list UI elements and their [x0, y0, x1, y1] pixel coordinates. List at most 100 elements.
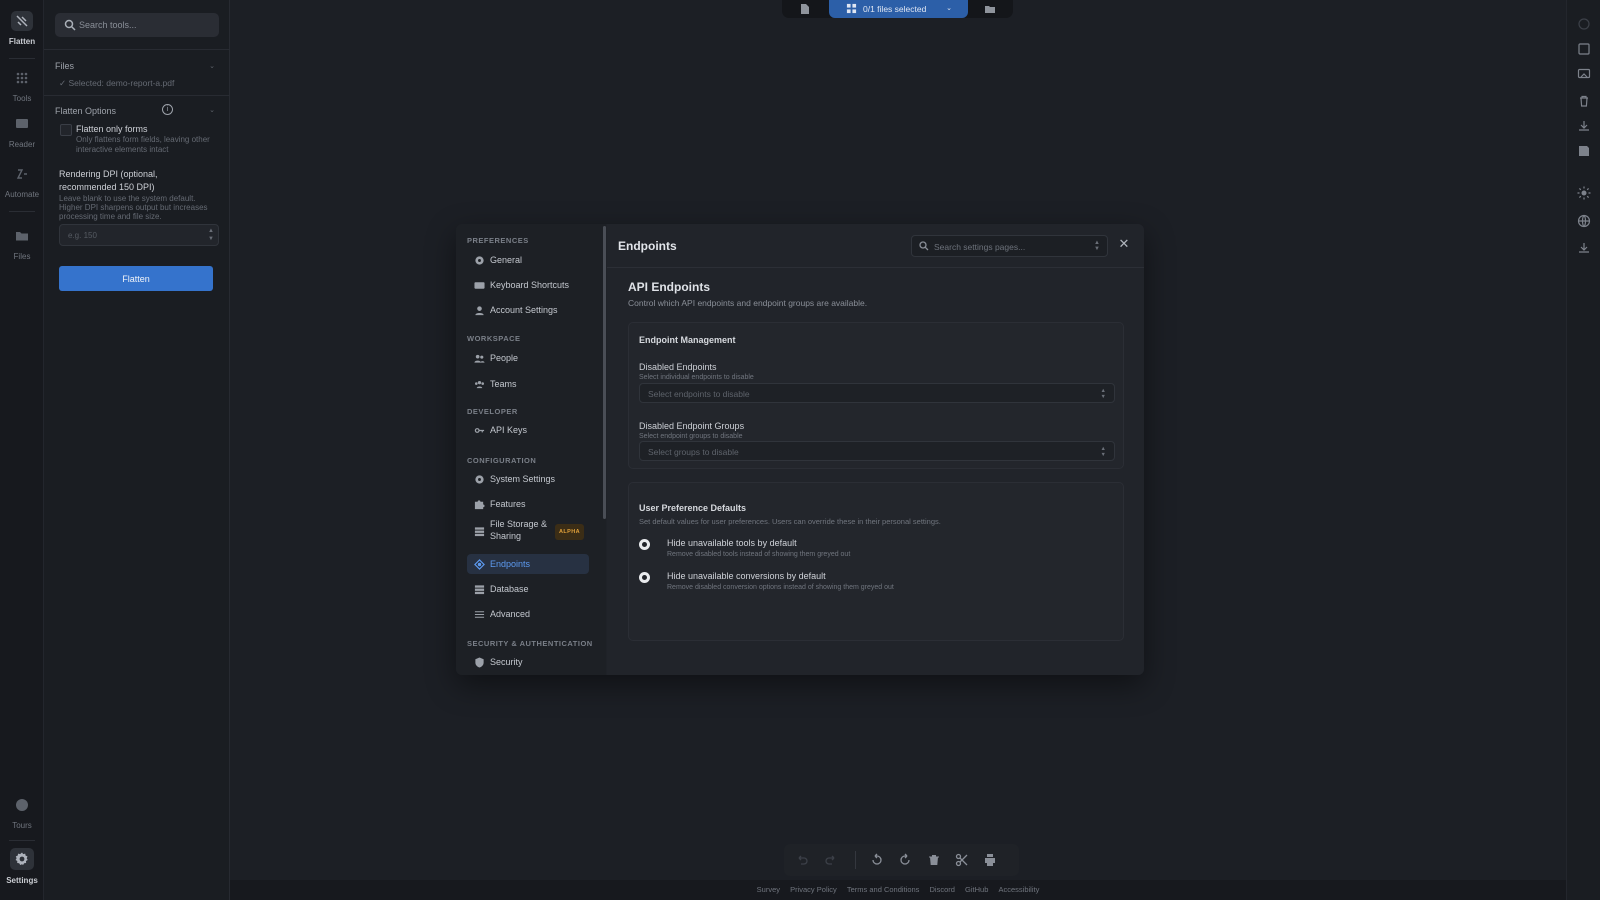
page-title: Endpoints: [618, 239, 677, 253]
info-icon[interactable]: i: [162, 104, 173, 115]
sidebar-item-account-settings[interactable]: Account Settings: [467, 300, 589, 320]
flatten-button[interactable]: Flatten: [59, 266, 213, 291]
tool-panel: Search tools... Files ⌄ ✓ Selected: demo…: [44, 0, 230, 900]
section-security: SECURITY & AUTHENTICATION: [467, 639, 593, 648]
teams-icon: [474, 379, 485, 390]
section-title: API Endpoints: [628, 280, 710, 294]
sidebar-item-advanced[interactable]: Advanced: [467, 604, 589, 624]
compass-icon: [11, 795, 33, 815]
endpoints-icon: [474, 559, 485, 570]
database-icon: [474, 584, 485, 595]
alpha-badge: ALPHA: [555, 524, 584, 540]
footer-link-discord[interactable]: Discord: [930, 885, 955, 894]
settings-header: Endpoints Search settings pages... ▲ ▼ ✕: [607, 224, 1144, 268]
sidebar-item-people[interactable]: People: [467, 348, 589, 368]
settings-search-input[interactable]: Search settings pages... ▲ ▼: [911, 235, 1108, 257]
hide-unavailable-tools-toggle[interactable]: [639, 539, 650, 550]
hide-unavailable-conversions-toggle[interactable]: [639, 572, 650, 583]
footer-link-github[interactable]: GitHub: [965, 885, 988, 894]
sidebar-item-file-storage[interactable]: File Storage & Sharing ALPHA: [467, 518, 589, 546]
chevron-down-icon[interactable]: ⌄: [209, 62, 215, 70]
redo-icon[interactable]: [824, 853, 838, 867]
sidebar-item-api-keys[interactable]: API Keys: [467, 420, 589, 440]
rail-item-tours[interactable]: Tours: [0, 795, 44, 830]
rail-item-flatten[interactable]: Flatten: [0, 11, 44, 46]
select-icon[interactable]: [1577, 42, 1591, 56]
file-selection-bar: 0/1 files selected ⌄: [782, 0, 1013, 18]
tool-search-input[interactable]: Search tools...: [55, 13, 219, 37]
section-configuration: CONFIGURATION: [467, 456, 537, 465]
rail-item-files[interactable]: Files: [0, 226, 44, 261]
rail-item-reader[interactable]: Reader: [0, 114, 44, 149]
footer-link-survey[interactable]: Survey: [757, 885, 780, 894]
chevron-down-icon[interactable]: ⌄: [209, 106, 215, 114]
sidebar-item-system-settings[interactable]: System Settings: [467, 469, 589, 489]
section-description: Control which API endpoints and endpoint…: [628, 298, 868, 308]
sidebar-item-database[interactable]: Database: [467, 579, 589, 599]
layout-icon[interactable]: [1577, 17, 1591, 31]
footer-link-privacy[interactable]: Privacy Policy: [790, 885, 837, 894]
chevron-down-icon: ⌄: [946, 5, 952, 12]
option-sub: Remove disabled tools instead of showing…: [667, 551, 851, 558]
sidebar-item-endpoints[interactable]: Endpoints: [467, 554, 589, 574]
image-icon[interactable]: [1577, 67, 1591, 81]
settings-sidebar: PREFERENCES General Keyboard Shortcuts A…: [456, 224, 606, 675]
sidebar-item-security[interactable]: Security: [467, 652, 589, 672]
file-icon[interactable]: [799, 3, 811, 15]
sidebar-item-keyboard-shortcuts[interactable]: Keyboard Shortcuts: [467, 275, 589, 295]
dpi-input[interactable]: e.g. 150 ▲ ▼: [59, 224, 219, 246]
sidebar-item-general[interactable]: General: [467, 250, 589, 270]
disabled-groups-select[interactable]: Select groups to disable ▲ ▼: [639, 441, 1115, 461]
shield-icon: [474, 657, 485, 668]
rail-item-settings[interactable]: Settings: [0, 848, 44, 885]
scissors-icon[interactable]: [955, 853, 969, 867]
flatten-only-forms-checkbox[interactable]: [60, 124, 72, 136]
disabled-groups-sub: Select endpoint groups to disable: [639, 433, 743, 440]
storage-icon: [474, 526, 485, 537]
close-icon[interactable]: ✕: [1117, 237, 1131, 251]
files-selected-dropdown[interactable]: 0/1 files selected ⌄: [829, 0, 968, 18]
gear-icon: [10, 848, 34, 870]
rotate-left-icon[interactable]: [870, 853, 884, 867]
flatten-options-label[interactable]: Flatten Options: [55, 106, 116, 116]
option-label: Hide unavailable tools by default: [667, 538, 797, 548]
settings-modal: PREFERENCES General Keyboard Shortcuts A…: [456, 224, 1144, 675]
user-icon: [474, 305, 485, 316]
rail-item-automate[interactable]: Automate: [0, 164, 44, 199]
number-stepper[interactable]: ▲ ▼: [208, 227, 214, 243]
folder-icon[interactable]: [984, 3, 996, 15]
card-title: Endpoint Management: [639, 335, 736, 345]
option-label: Hide unavailable conversions by default: [667, 571, 826, 581]
section-workspace: WORKSPACE: [467, 334, 521, 343]
bottom-toolbar: [784, 844, 1019, 876]
rail-item-tools[interactable]: Tools: [0, 68, 44, 103]
option-sub: Remove disabled conversion options inste…: [667, 584, 894, 591]
trash-icon[interactable]: [1577, 94, 1591, 108]
save-icon[interactable]: [1577, 144, 1591, 158]
rotate-right-icon[interactable]: [898, 853, 912, 867]
right-rail: [1566, 0, 1600, 900]
grid-icon: [846, 3, 857, 14]
globe-icon[interactable]: [1577, 214, 1591, 228]
undo-icon[interactable]: [795, 853, 809, 867]
sidebar-item-features[interactable]: Features: [467, 494, 589, 514]
sidebar-item-teams[interactable]: Teams: [467, 374, 589, 394]
footer-link-accessibility[interactable]: Accessibility: [998, 885, 1039, 894]
people-icon: [474, 353, 485, 364]
print-icon[interactable]: [983, 853, 997, 867]
disabled-endpoints-select[interactable]: Select endpoints to disable ▲ ▼: [639, 383, 1115, 403]
footer-link-terms[interactable]: Terms and Conditions: [847, 885, 920, 894]
dpi-label: Rendering DPI (optional,: [59, 169, 158, 179]
sidebar-scrollbar[interactable]: [603, 226, 606, 519]
disabled-groups-label: Disabled Endpoint Groups: [639, 421, 745, 431]
search-icon: [919, 241, 929, 251]
trash-icon[interactable]: [927, 853, 941, 867]
dpi-label: recommended 150 DPI): [59, 182, 155, 192]
book-icon: [11, 114, 33, 134]
download-icon[interactable]: [1577, 119, 1591, 133]
download-icon[interactable]: [1577, 241, 1591, 255]
files-section-label[interactable]: Files: [55, 61, 74, 71]
left-rail: Flatten Tools Reader Automate Files Tour…: [0, 0, 44, 900]
theme-icon[interactable]: [1577, 186, 1591, 200]
grid-icon: [11, 68, 33, 88]
